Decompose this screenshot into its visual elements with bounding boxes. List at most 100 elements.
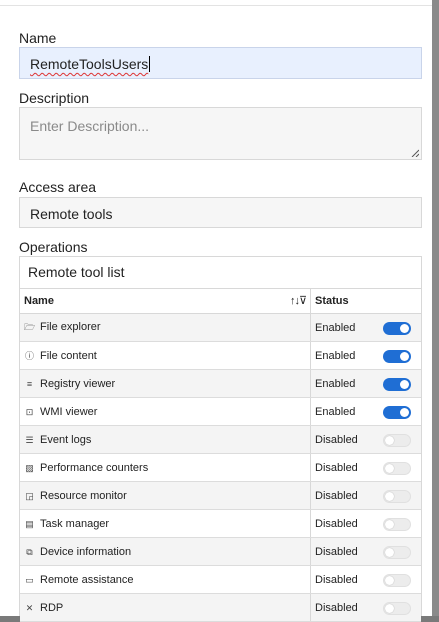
table-row[interactable]: ▤ Task manager Disabled: [20, 509, 421, 538]
tool-name-cell: ▭ Remote assistance: [20, 565, 311, 594]
status-text: Enabled: [315, 377, 356, 390]
event-log-icon: ☰: [25, 434, 34, 445]
status-toggle[interactable]: [383, 322, 411, 335]
tool-name-cell: ☰ Event logs: [20, 425, 311, 454]
tool-name: Remote assistance: [40, 573, 134, 586]
sort-filter-icon[interactable]: ↑↓⊽: [290, 294, 307, 307]
table-row[interactable]: ⧉ Device information Disabled: [20, 537, 421, 566]
text-caret: [149, 56, 151, 72]
status-cell: Enabled: [310, 341, 421, 370]
name-input[interactable]: RemoteToolsUsers: [19, 47, 422, 79]
table-row[interactable]: ⓘ File content Enabled: [20, 341, 421, 370]
status-text: Enabled: [315, 321, 356, 334]
tool-name: Resource monitor: [40, 489, 127, 502]
status-toggle[interactable]: [383, 462, 411, 475]
name-column-label: Name: [24, 295, 54, 307]
list-icon: ≡: [26, 378, 33, 389]
clipboard-icon: ▤: [25, 518, 34, 529]
wmi-icon: ⊡: [25, 406, 34, 417]
tool-name-cell: 🗁 File explorer: [20, 313, 311, 342]
tool-name-cell: ◲ Resource monitor: [20, 481, 311, 510]
table-row[interactable]: ✕ RDP Disabled: [20, 593, 421, 622]
status-cell: Enabled: [310, 397, 421, 426]
status-toggle[interactable]: [383, 434, 411, 447]
panel-top-border: [0, 0, 432, 6]
devices-icon: ⧉: [26, 546, 33, 557]
description-placeholder: Enter Description...: [30, 118, 150, 134]
folder-icon: 🗁: [24, 321, 36, 332]
status-column-header[interactable]: Status: [310, 289, 421, 314]
operations-label: Operations: [19, 239, 88, 255]
tool-name-cell: ▤ Task manager: [20, 509, 311, 538]
table-row[interactable]: ▨ Performance counters Disabled: [20, 453, 421, 482]
name-input-value: RemoteToolsUsers: [30, 56, 149, 72]
status-text: Disabled: [315, 461, 358, 474]
status-text: Enabled: [315, 405, 356, 418]
remote-tool-table: Name ↑↓⊽ Status 🗁 File explorer Enabled ⓘ Fi…: [20, 289, 421, 622]
description-label: Description: [19, 90, 90, 106]
status-text: Disabled: [315, 489, 358, 502]
table-row[interactable]: ≡ Registry viewer Enabled: [20, 369, 421, 398]
status-cell: Disabled: [310, 453, 421, 482]
tool-name-cell: ▨ Performance counters: [20, 453, 311, 482]
status-toggle[interactable]: [383, 574, 411, 587]
status-toggle[interactable]: [383, 406, 411, 419]
status-text: Disabled: [315, 545, 358, 558]
tool-name-cell: ⧉ Device information: [20, 537, 311, 566]
table-header-row: Name ↑↓⊽ Status: [20, 289, 421, 314]
tool-name: Device information: [40, 545, 132, 558]
tool-name-cell: ✕ RDP: [20, 593, 311, 622]
status-toggle[interactable]: [383, 378, 411, 391]
status-cell: Disabled: [310, 481, 421, 510]
access-area-label: Access area: [19, 179, 97, 195]
table-row[interactable]: ⊡ WMI viewer Enabled: [20, 397, 421, 426]
table-row[interactable]: ▭ Remote assistance Disabled: [20, 565, 421, 594]
status-toggle[interactable]: [383, 350, 411, 363]
tool-name: Registry viewer: [40, 377, 116, 390]
access-area-value: Remote tools: [30, 206, 113, 222]
tool-name: RDP: [40, 601, 64, 614]
table-row[interactable]: ◲ Resource monitor Disabled: [20, 481, 421, 510]
status-cell: Disabled: [310, 425, 421, 454]
rdp-icon: ✕: [25, 602, 34, 613]
status-text: Enabled: [315, 349, 356, 362]
tool-name-cell: ⊡ WMI viewer: [20, 397, 311, 426]
tool-name: File content: [40, 350, 97, 362]
operations-box: Remote tool list Name ↑↓⊽ Status 🗁 File e…: [19, 256, 422, 622]
table-row[interactable]: ☰ Event logs Disabled: [20, 425, 421, 454]
status-cell: Disabled: [310, 537, 421, 566]
name-label: Name: [19, 30, 57, 46]
status-cell: Disabled: [310, 565, 421, 594]
info-icon: ⓘ: [24, 351, 34, 361]
operations-table-title: Remote tool list: [20, 257, 421, 289]
status-cell: Disabled: [310, 593, 421, 622]
status-toggle[interactable]: [383, 518, 411, 531]
name-column-header[interactable]: Name ↑↓⊽: [20, 289, 311, 314]
tool-name: File explorer: [40, 320, 101, 333]
status-text: Disabled: [315, 517, 358, 530]
background-overlay: [432, 0, 439, 616]
chart-icon: ▨: [25, 462, 34, 473]
status-toggle[interactable]: [383, 546, 411, 559]
access-area-field: Remote tools: [19, 197, 422, 228]
tool-name: WMI viewer: [40, 405, 98, 418]
edit-role-panel: Name RemoteToolsUsers Description Enter …: [0, 0, 432, 622]
status-text: Disabled: [315, 601, 358, 614]
tool-name: Task manager: [40, 517, 110, 530]
tool-name: Event logs: [40, 433, 92, 446]
resize-handle-icon[interactable]: [411, 149, 419, 157]
status-cell: Disabled: [310, 509, 421, 538]
status-cell: Enabled: [310, 313, 421, 342]
table-row[interactable]: 🗁 File explorer Enabled: [20, 313, 421, 342]
remote-desktop-icon: ▭: [25, 574, 34, 585]
status-cell: Enabled: [310, 369, 421, 398]
status-text: Disabled: [315, 433, 358, 446]
status-column-label: Status: [315, 295, 349, 307]
monitor-chart-icon: ◲: [25, 490, 34, 501]
tool-name-cell: ≡ Registry viewer: [20, 369, 311, 398]
description-textarea[interactable]: Enter Description...: [19, 107, 422, 160]
status-toggle[interactable]: [383, 490, 411, 503]
tool-name-cell: ⓘ File content: [20, 341, 311, 370]
status-toggle[interactable]: [383, 602, 411, 615]
status-text: Disabled: [315, 573, 358, 586]
